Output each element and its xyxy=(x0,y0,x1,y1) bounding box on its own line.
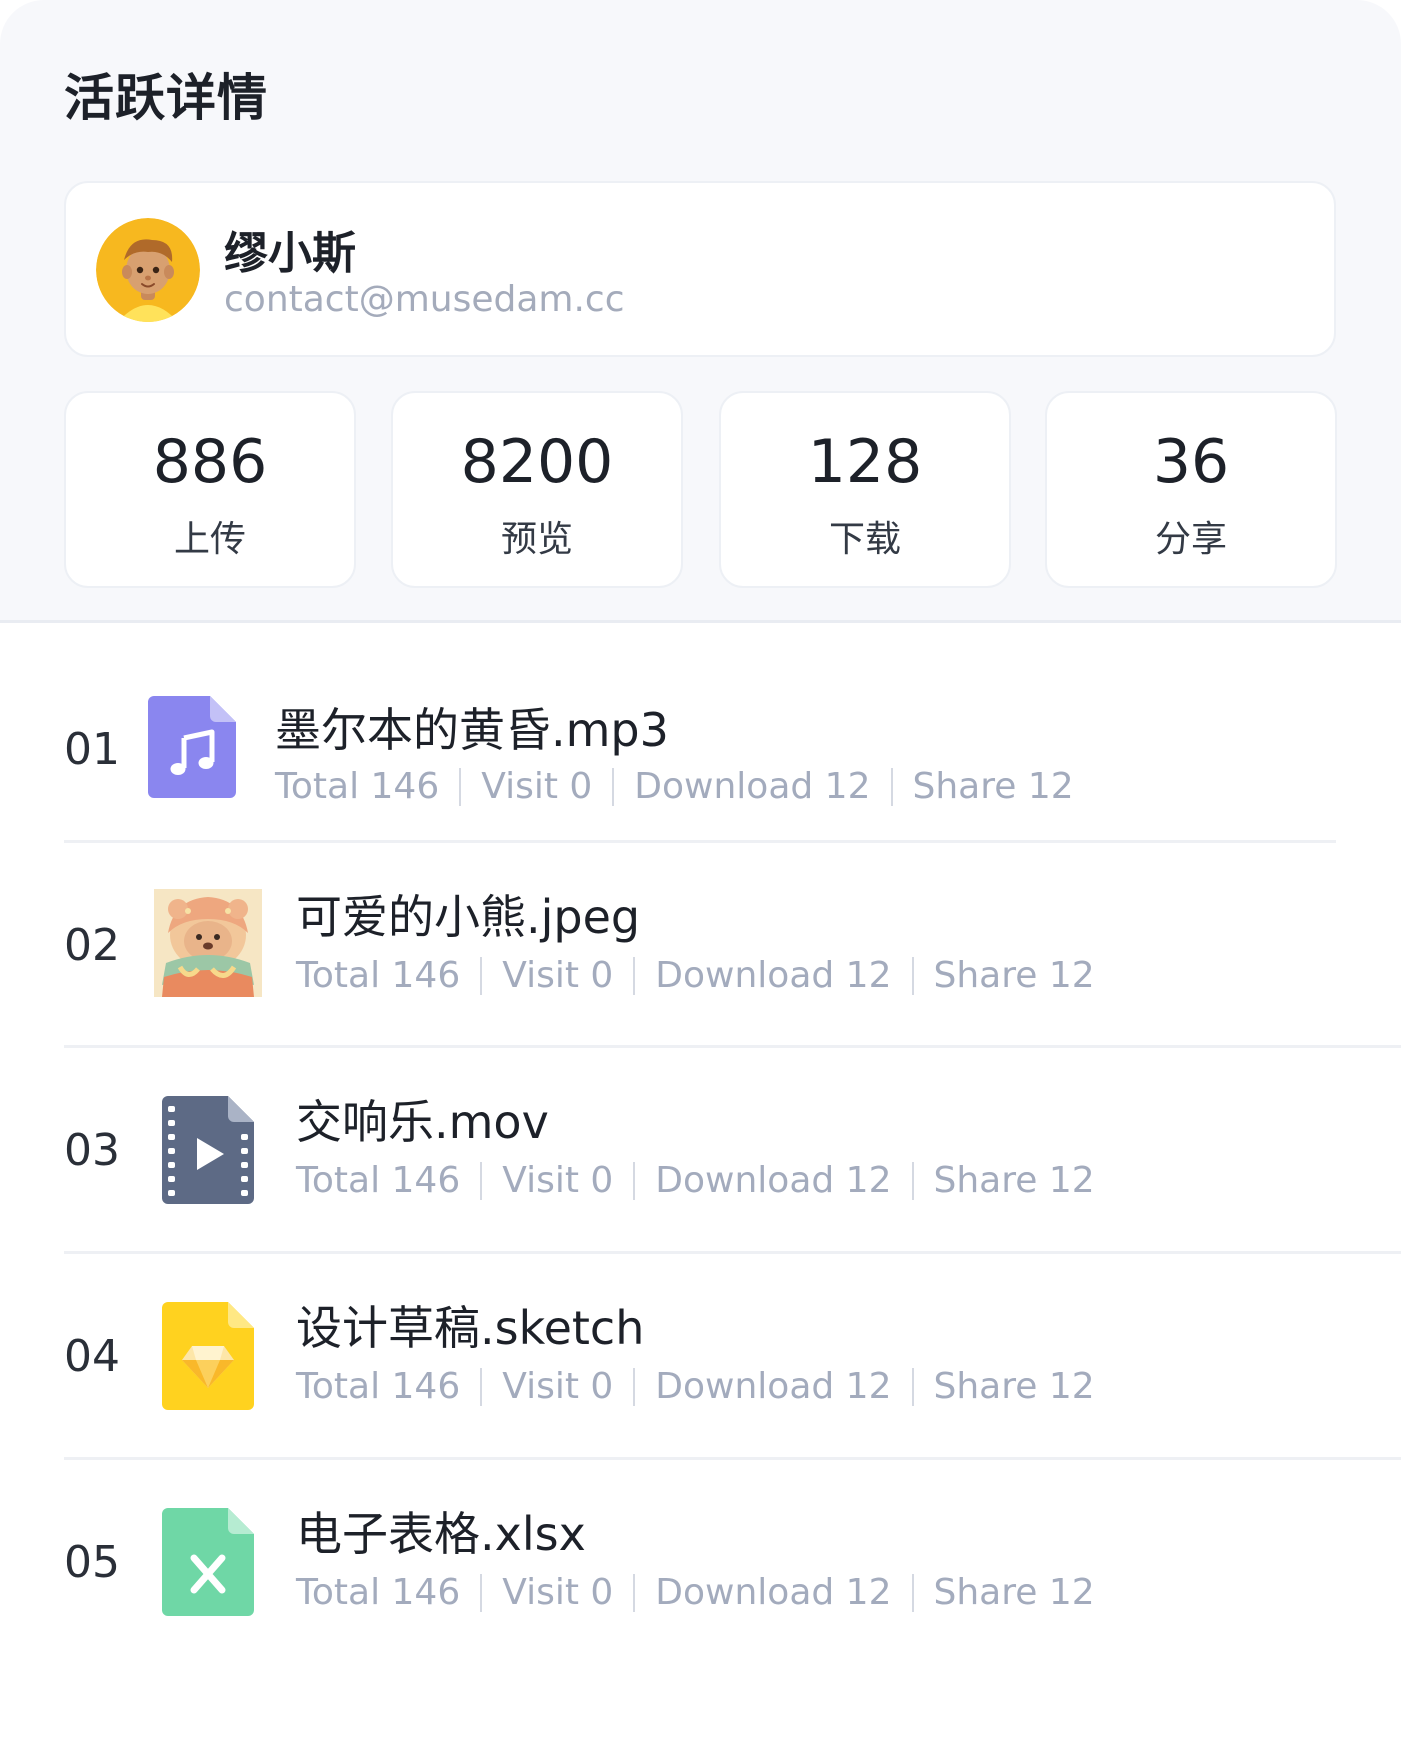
row-index: 01 xyxy=(64,724,120,775)
download-count: Download 12 xyxy=(655,1366,892,1407)
row-index: 04 xyxy=(64,1331,120,1382)
stat-card-upload: 886 上传 xyxy=(64,391,356,588)
excel-file-icon xyxy=(162,1508,254,1620)
separator xyxy=(911,1161,914,1200)
total-count: Total 146 xyxy=(296,1160,461,1201)
separator xyxy=(480,1573,483,1612)
separator xyxy=(480,956,483,995)
separator xyxy=(911,1573,914,1612)
file-row-3[interactable]: 03 交响乐.mov Total 146 Visit 0 Download 12… xyxy=(0,1080,1401,1240)
video-file-icon xyxy=(162,1096,254,1208)
total-count: Total 146 xyxy=(275,766,440,807)
separator xyxy=(612,767,615,806)
separator xyxy=(911,956,914,995)
download-count: Download 12 xyxy=(655,1160,892,1201)
file-stats: Total 146 Visit 0 Download 12 Share 12 xyxy=(296,1366,1095,1407)
file-name[interactable]: 设计草稿.sketch xyxy=(296,1292,644,1358)
total-count: Total 146 xyxy=(296,1366,461,1407)
stat-card-download: 128 下载 xyxy=(719,391,1011,588)
visit-count: Visit 0 xyxy=(502,1366,614,1407)
stat-value: 886 xyxy=(152,427,268,497)
separator xyxy=(633,956,636,995)
stat-label: 下载 xyxy=(828,519,901,560)
divider xyxy=(64,1045,1401,1048)
summary-section: 活跃详情 缪小斯 contact@musedam.cc 886 上传 8200 … xyxy=(0,0,1401,623)
stat-value: 8200 xyxy=(460,427,614,497)
file-name[interactable]: 可爱的小熊.jpeg xyxy=(296,881,640,947)
visit-count: Visit 0 xyxy=(502,955,614,996)
file-stats: Total 146 Visit 0 Download 12 Share 12 xyxy=(296,1572,1095,1613)
download-count: Download 12 xyxy=(655,1572,892,1613)
row-index: 03 xyxy=(64,1125,120,1176)
file-name[interactable]: 墨尔本的黄昏.mp3 xyxy=(275,694,669,760)
sketch-file-icon xyxy=(162,1302,254,1414)
file-name[interactable]: 交响乐.mov xyxy=(296,1086,549,1152)
separator xyxy=(890,767,893,806)
file-row-2[interactable]: 02 可爱的小熊.jpeg Total 146 Visit 0 Download… xyxy=(0,875,1401,1035)
stat-card-preview: 8200 预览 xyxy=(391,391,683,588)
stat-label: 上传 xyxy=(173,519,246,560)
separator xyxy=(459,767,462,806)
total-count: Total 146 xyxy=(296,955,461,996)
file-row-4[interactable]: 04 设计草稿.sketch Total 146 Visit 0 Downloa… xyxy=(0,1286,1401,1446)
visit-count: Visit 0 xyxy=(502,1160,614,1201)
divider xyxy=(64,840,1336,843)
share-count: Share 12 xyxy=(933,955,1095,996)
user-email: contact@musedam.cc xyxy=(224,279,625,320)
activity-detail-panel: 活跃详情 缪小斯 contact@musedam.cc 886 上传 8200 … xyxy=(0,0,1401,1737)
separator xyxy=(480,1161,483,1200)
separator xyxy=(633,1367,636,1406)
person-avatar-icon xyxy=(96,218,200,322)
bear-thumbnail-image xyxy=(154,889,262,1001)
total-count: Total 146 xyxy=(296,1572,461,1613)
file-stats: Total 146 Visit 0 Download 12 Share 12 xyxy=(296,955,1095,996)
file-stats: Total 146 Visit 0 Download 12 Share 12 xyxy=(296,1160,1095,1201)
file-name[interactable]: 电子表格.xlsx xyxy=(296,1498,586,1564)
stat-value: 128 xyxy=(807,427,923,497)
stat-card-share: 36 分享 xyxy=(1045,391,1337,588)
divider xyxy=(64,1457,1401,1460)
share-count: Share 12 xyxy=(933,1366,1095,1407)
share-count: Share 12 xyxy=(933,1572,1095,1613)
divider xyxy=(64,1251,1401,1254)
user-name: 缪小斯 xyxy=(224,228,356,279)
separator xyxy=(911,1367,914,1406)
user-card: 缪小斯 contact@musedam.cc xyxy=(64,181,1336,357)
separator xyxy=(480,1367,483,1406)
share-count: Share 12 xyxy=(912,766,1074,807)
visit-count: Visit 0 xyxy=(481,766,593,807)
download-count: Download 12 xyxy=(655,955,892,996)
file-row-5[interactable]: 05 电子表格.xlsx Total 146 Visit 0 Download … xyxy=(0,1492,1401,1652)
file-stats: Total 146 Visit 0 Download 12 Share 12 xyxy=(275,766,1074,807)
visit-count: Visit 0 xyxy=(502,1572,614,1613)
row-index: 02 xyxy=(64,920,120,971)
download-count: Download 12 xyxy=(634,766,871,807)
page-title: 活跃详情 xyxy=(64,69,268,127)
share-count: Share 12 xyxy=(933,1160,1095,1201)
separator xyxy=(633,1161,636,1200)
stat-label: 分享 xyxy=(1154,519,1227,560)
file-row-1[interactable]: 01 墨尔本的黄昏.mp3 Total 146 Visit 0 Download… xyxy=(0,680,1401,840)
row-index: 05 xyxy=(64,1537,120,1588)
separator xyxy=(633,1573,636,1612)
music-file-icon xyxy=(148,696,236,802)
stat-value: 36 xyxy=(1152,427,1230,497)
stat-label: 预览 xyxy=(500,519,573,560)
